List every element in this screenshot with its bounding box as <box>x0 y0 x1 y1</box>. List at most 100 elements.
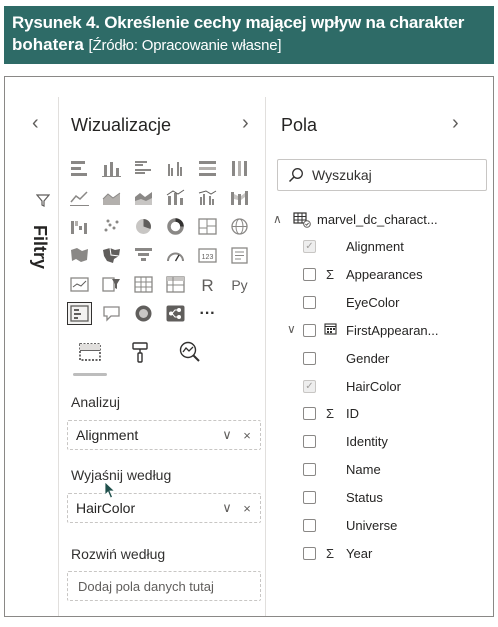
arcgis-map-icon[interactable] <box>131 302 156 325</box>
area-chart-icon[interactable] <box>99 186 124 209</box>
build-visual-icon[interactable] <box>73 337 107 367</box>
caption-line-2: bohatera [Źródło: Opracowanie własne] <box>12 34 486 57</box>
explain-by-field-pill[interactable]: HairColor <box>76 500 220 516</box>
field-item[interactable]: Universe <box>303 514 397 536</box>
card-icon[interactable]: 123 <box>195 244 220 267</box>
close-icon[interactable]: × <box>240 501 254 516</box>
checkbox[interactable] <box>303 323 316 337</box>
search-icon <box>288 168 303 183</box>
multi-row-card-icon[interactable] <box>227 244 252 267</box>
clustered-column-chart-icon[interactable] <box>163 157 188 180</box>
analyze-well[interactable]: Alignment ∨ × <box>67 420 261 450</box>
line-and-clustered-column-icon[interactable] <box>195 186 220 209</box>
visualizations-pane: Wizualizacje › 123 R Py ··· Analizuj Ali… <box>59 97 266 616</box>
100-stacked-bar-icon[interactable] <box>195 157 220 180</box>
expand-by-well-label: Rozwiń według <box>71 546 166 562</box>
r-script-visual-icon[interactable]: R <box>195 273 220 296</box>
more-visuals-icon[interactable]: ··· <box>195 302 220 325</box>
stacked-column-chart-icon[interactable] <box>99 157 124 180</box>
pie-chart-icon[interactable] <box>131 215 156 238</box>
filters-pane-label[interactable]: Filtry <box>29 225 50 269</box>
kpi-icon[interactable] <box>67 273 92 296</box>
analytics-icon[interactable] <box>173 337 207 367</box>
field-name: ID <box>346 405 359 421</box>
field-item[interactable]: Gender <box>303 347 389 369</box>
slicer-icon[interactable] <box>99 273 124 296</box>
field-item[interactable]: ✓ Alignment <box>303 235 404 257</box>
chevron-down-icon[interactable]: ∨ <box>287 322 296 336</box>
waterfall-chart-icon[interactable] <box>67 215 92 238</box>
visualization-subtabs <box>73 337 213 371</box>
checkbox-checked[interactable]: ✓ <box>303 379 316 393</box>
checkbox[interactable] <box>303 351 316 365</box>
checkbox[interactable] <box>303 490 316 504</box>
explain-by-well[interactable]: HairColor ∨ × <box>67 493 261 523</box>
caption-bold-word: bohatera <box>12 35 84 54</box>
chevron-down-icon[interactable]: ∨ <box>220 427 234 443</box>
filled-map-icon[interactable] <box>67 244 92 267</box>
checkbox[interactable] <box>303 295 316 309</box>
shape-map-icon[interactable] <box>99 244 124 267</box>
field-item[interactable]: Identity <box>303 430 388 452</box>
fields-search-input[interactable]: Wyszukaj <box>277 159 487 191</box>
field-item[interactable]: ✓ HairColor <box>303 375 401 397</box>
checkbox[interactable] <box>303 267 316 281</box>
funnel-chart-icon[interactable] <box>131 244 156 267</box>
analyze-field-pill[interactable]: Alignment <box>76 427 220 443</box>
donut-chart-icon[interactable] <box>163 215 188 238</box>
fields-title: Pola <box>281 115 318 135</box>
field-item[interactable]: Σ ID <box>303 402 359 424</box>
chevron-down-icon[interactable]: ∨ <box>220 500 234 516</box>
key-influencers-icon[interactable] <box>67 302 92 325</box>
stacked-area-chart-icon[interactable] <box>131 186 156 209</box>
checkbox[interactable] <box>303 434 316 448</box>
100-stacked-column-icon[interactable] <box>227 157 252 180</box>
map-icon[interactable] <box>227 215 252 238</box>
svg-text:R: R <box>201 276 213 294</box>
field-name: Name <box>346 461 381 477</box>
table-icon[interactable] <box>131 273 156 296</box>
clustered-bar-chart-icon[interactable] <box>131 157 156 180</box>
field-item[interactable]: Name <box>303 458 381 480</box>
checkbox[interactable] <box>303 406 316 420</box>
field-item[interactable]: FirstAppearan... <box>303 319 439 341</box>
field-name: Universe <box>346 517 398 533</box>
field-item[interactable]: Status <box>303 486 383 508</box>
table-icon <box>293 212 311 228</box>
checkbox[interactable] <box>303 462 316 476</box>
table-node[interactable]: ∧ marvel_dc_charact... <box>273 208 438 230</box>
gauge-icon[interactable] <box>163 244 188 267</box>
collapse-visualizations-button[interactable]: › <box>242 112 249 135</box>
close-icon[interactable]: × <box>240 428 254 443</box>
search-placeholder: Wyszukaj <box>312 167 372 183</box>
fields-pane: Pola › Wyszukaj ∧ marvel_dc_charact... ✓… <box>267 97 493 616</box>
treemap-icon[interactable] <box>195 215 220 238</box>
field-item[interactable]: Σ Year <box>303 542 372 564</box>
stacked-bar-chart-icon[interactable] <box>67 157 92 180</box>
decomposition-tree-icon[interactable] <box>163 302 188 325</box>
checkbox[interactable] <box>303 546 316 560</box>
chevron-up-icon[interactable]: ∧ <box>273 212 287 226</box>
python-visual-icon[interactable]: Py <box>227 273 252 296</box>
powerbi-panel-frame: ‹ Filtry Wizualizacje › 123 R Py ··· Ana… <box>4 76 494 617</box>
field-name: Identity <box>346 433 388 449</box>
expand-by-well[interactable]: Dodaj pola danych tutaj <box>67 571 261 601</box>
line-chart-icon[interactable] <box>67 186 92 209</box>
format-visual-icon[interactable] <box>123 337 157 367</box>
matrix-icon[interactable] <box>163 273 188 296</box>
field-item[interactable]: EyeColor <box>303 291 399 313</box>
checkbox-checked[interactable]: ✓ <box>303 239 316 253</box>
svg-text:Py: Py <box>231 277 247 293</box>
line-and-column-chart-icon[interactable] <box>163 186 188 209</box>
sigma-icon: Σ <box>325 266 335 282</box>
ribbon-chart-icon[interactable] <box>227 186 252 209</box>
scatter-chart-icon[interactable] <box>99 215 124 238</box>
filters-pane: ‹ Filtry <box>15 97 59 616</box>
visual-type-gallery: 123 R Py ··· <box>67 157 257 329</box>
field-item[interactable]: Σ Appearances <box>303 263 423 285</box>
qa-visual-icon[interactable] <box>99 302 124 325</box>
collapse-fields-button[interactable]: › <box>452 112 459 135</box>
caption-source: [Źródło: Opracowanie własne] <box>88 37 282 54</box>
collapse-filters-button[interactable]: ‹ <box>32 112 39 135</box>
checkbox[interactable] <box>303 518 316 532</box>
